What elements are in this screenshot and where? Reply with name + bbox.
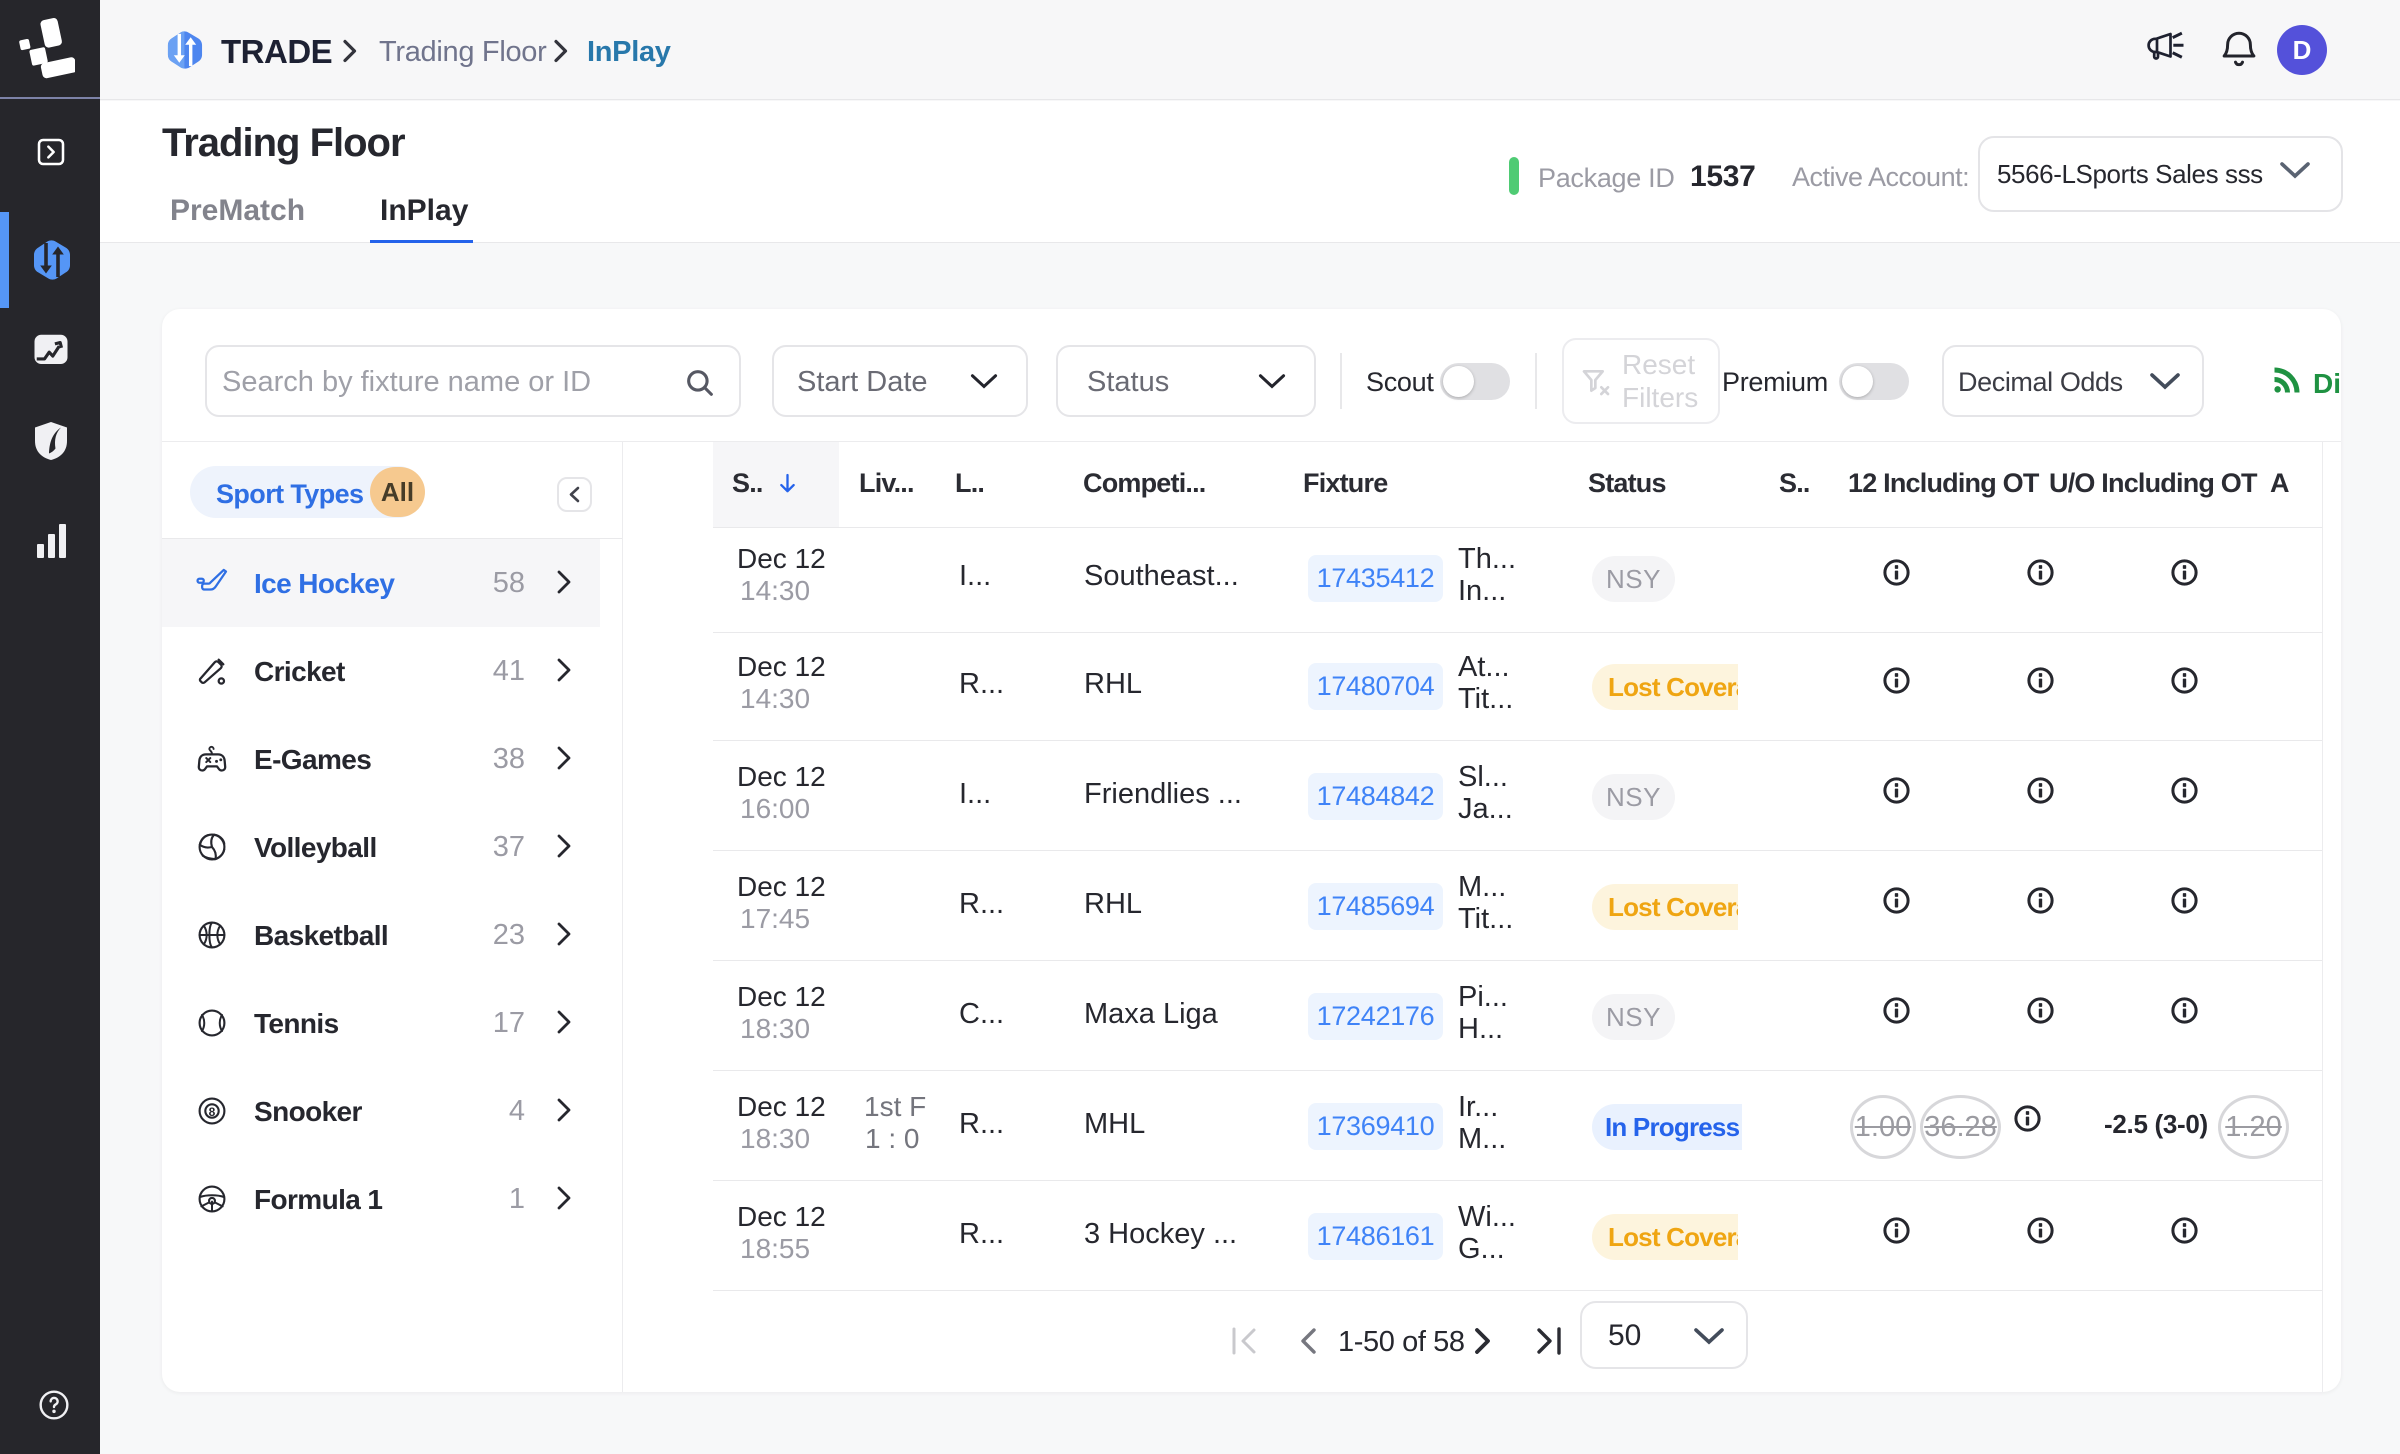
svg-text:8: 8 [209,1105,216,1119]
